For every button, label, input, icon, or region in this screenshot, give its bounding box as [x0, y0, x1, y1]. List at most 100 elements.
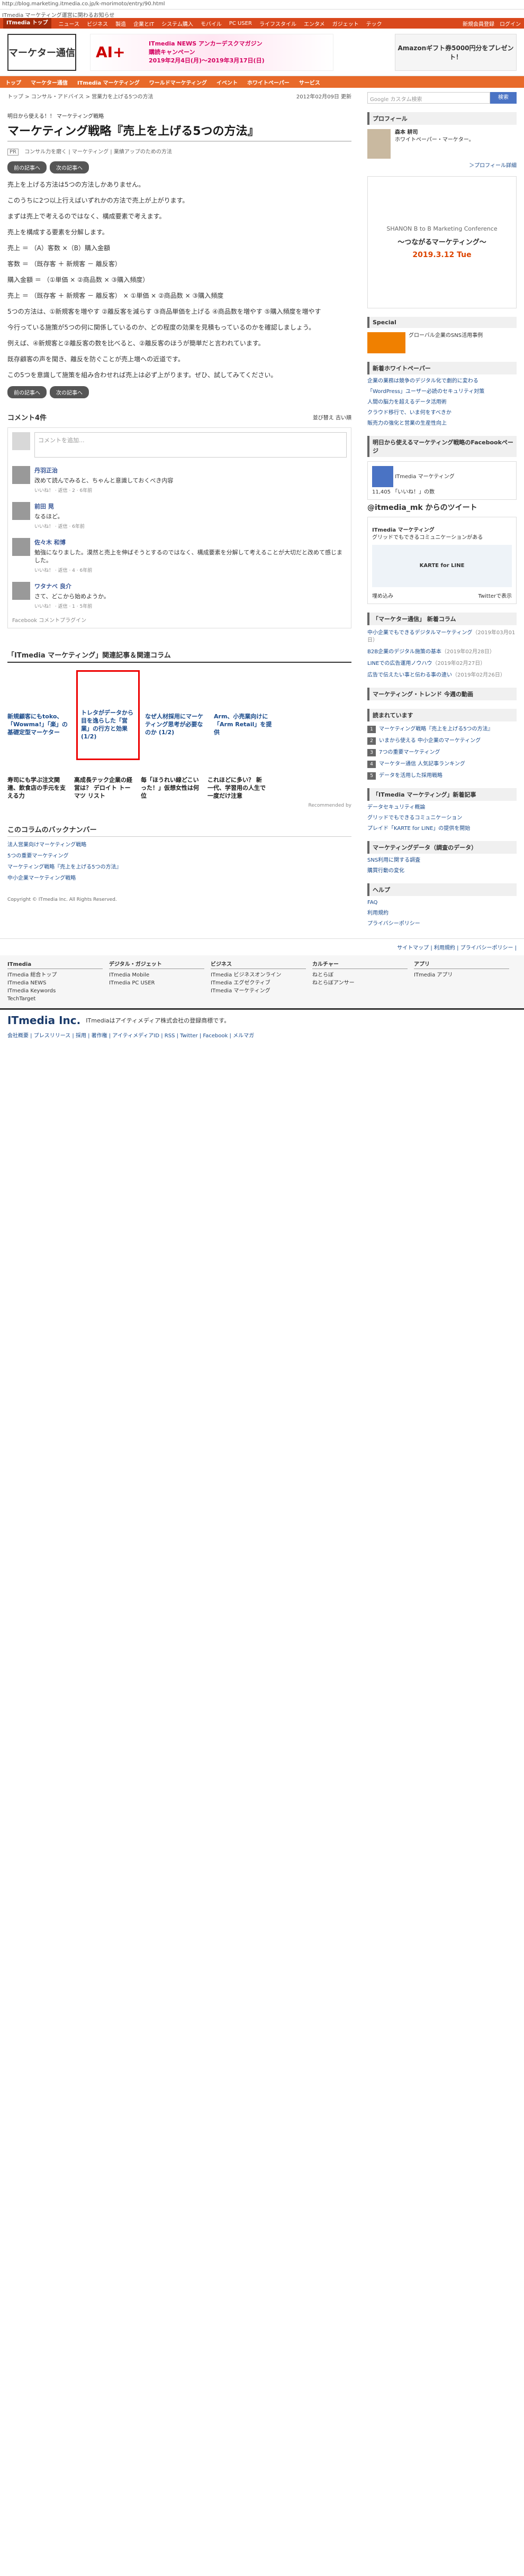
footer-link[interactable]: ITmedia Keywords [7, 987, 103, 995]
whitepaper-item[interactable]: 企業の業務は競争のデジタル化で劇的に変わる [367, 378, 517, 385]
sidebar-ad[interactable]: SHANON B to B Marketing Conference ～つながる… [367, 176, 517, 308]
catnav-item[interactable]: ワールドマーケティング [149, 78, 207, 86]
search-button[interactable]: 検索 [490, 92, 517, 104]
topnav-item[interactable]: モバイル [201, 20, 222, 28]
commenter-name[interactable]: 佐々木 和博 [34, 538, 347, 546]
catnav-item[interactable]: マーケター通信 [31, 78, 68, 86]
commenter-name[interactable]: 前田 晃 [34, 502, 85, 510]
help-item[interactable]: 利用規約 [367, 910, 517, 917]
backnumber-item[interactable]: 中小企業マーケティング戦略 [7, 873, 351, 881]
topnav-item[interactable]: テック [366, 20, 382, 28]
itmedia-logo[interactable]: ITmedia Inc. [7, 1014, 80, 1027]
itm-news-item[interactable]: プレイド「KARTE for LINE」の提供を開始 [367, 825, 517, 833]
ranking-item[interactable]: 1 マーケティング戦略『売上を上げる5つの方法』 [367, 726, 517, 733]
topnav-item[interactable]: ニュース [59, 20, 80, 28]
commenter-name[interactable]: 丹羽正治 [34, 466, 173, 474]
site-logo[interactable]: マーケター通信 [7, 33, 76, 71]
rank-title[interactable]: データを活用した採用戦略 [379, 772, 442, 780]
footer-link[interactable]: TechTarget [7, 995, 103, 1003]
comment-actions[interactable]: いいね！ · 返信 · 1 · 5年前 [34, 602, 110, 609]
whitepaper-item[interactable]: 「WordPress」ユーザー必読のセキュリティ対策 [367, 388, 517, 396]
recommended-card[interactable]: これほどに多い？ 新一代、学習用の人生で一度だけ注意 [207, 776, 267, 800]
special-item[interactable]: グローバル企業のSNS活用事例 [367, 332, 517, 353]
facebook-page-name[interactable]: ITmedia マーケティング [395, 474, 455, 480]
next-article-button[interactable]: 次の記事へ [50, 161, 89, 173]
rank-title[interactable]: マーケティング戦略『売上を上げる5つの方法』 [379, 726, 493, 733]
article-tags[interactable]: コンサル力を磨く | マーケティング | 業績アップのための方法 [24, 149, 172, 155]
data-item[interactable]: 購買行動の変化 [367, 867, 517, 875]
recommended-by[interactable]: Recommended by [7, 803, 351, 808]
next-article-button[interactable]: 次の記事へ [50, 386, 89, 398]
help-item[interactable]: FAQ [367, 899, 517, 907]
comment-actions[interactable]: いいね！ · 返信 · 4 · 6年前 [34, 567, 347, 573]
sort-value[interactable]: 古い順 [336, 415, 351, 421]
recommended-card[interactable]: 高成長テック企業の経営は？ デロイト トーマツ リスト [74, 776, 133, 800]
catnav-item[interactable]: トップ [5, 78, 21, 86]
catnav-item[interactable]: イベント [216, 78, 238, 86]
backnumber-item[interactable]: 5つの重要マーケティング [7, 851, 351, 859]
commenter-name[interactable]: ワタナベ 良介 [34, 582, 110, 590]
footer-link[interactable]: ITmedia NEWS [7, 979, 103, 987]
data-item[interactable]: SNS利用に関する調査 [367, 857, 517, 864]
avatar[interactable] [12, 538, 30, 556]
related-card[interactable]: 新規顧客にもtoko、「Wowma!」「楽」の基礎定型マーケター [7, 670, 71, 760]
avatar[interactable] [12, 502, 30, 520]
related-card[interactable]: なぜ人材採用にマーケティング思考が必要なのか (1/2) [145, 670, 209, 760]
footer-link[interactable]: ITmedia Mobile [109, 971, 204, 979]
ranking-item[interactable]: 3 7つの重要マーケティング [367, 749, 517, 756]
prev-article-button[interactable]: 前の記事へ [7, 386, 47, 398]
footer-link[interactable]: ITmedia PC USER [109, 979, 204, 987]
marker-title[interactable]: B2B企業のデジタル施策の基本 [367, 649, 441, 655]
footer-link[interactable]: ねとらぼアンサー [312, 979, 408, 987]
rank-title[interactable]: マーケター通信 人気記事ランキング [379, 761, 465, 768]
itm-news-item[interactable]: グリッドでもできるコミュニケーション [367, 815, 517, 822]
ranking-item[interactable]: 4 マーケター通信 人気記事ランキング [367, 761, 517, 768]
marker-item[interactable]: B2B企業のデジタル施策の基本（2019年02月28日） [367, 648, 517, 656]
ranking-item[interactable]: 2 いまから使える 中小企業のマーケティング [367, 737, 517, 745]
whitepaper-item[interactable]: 人間の脳力を超えるデータ活用術 [367, 399, 517, 406]
topnav-item[interactable]: PC USER [229, 21, 252, 26]
twitter-view-link[interactable]: Twitterで表示 [478, 591, 512, 599]
comment-input[interactable]: コメントを追加... [34, 432, 347, 458]
related-card-highlighted[interactable]: トレタがデータから目を逸らした「営業」の行方と効果 (1/2) [76, 670, 140, 760]
breadcrumb[interactable]: トップ > コンサル・アドバイス > 営業力を上げる5つの方法 [7, 92, 153, 100]
header-banner[interactable]: AI+ ITmedia NEWS アンカーデスクマガジン 購読キャンペーン 20… [90, 33, 333, 71]
comment-actions[interactable]: いいね！ · 返信 · 6年前 [34, 523, 85, 529]
twitter-embed-link[interactable]: 埋め込み [372, 591, 393, 599]
footer-nav[interactable]: サイトマップ | 利用規約 | プライバシーポリシー | [0, 938, 524, 955]
avatar[interactable] [12, 466, 30, 484]
help-item[interactable]: プライバシーポリシー [367, 920, 517, 928]
bottom-links[interactable]: 会社概要 | プレスリリース | 採用 | 著作権 | アイティメディアID |… [0, 1031, 524, 1039]
facebook-plugin-label[interactable]: Facebook コメントプラグイン [12, 616, 347, 624]
facebook-widget[interactable]: ITmedia マーケティング 11,405 「いいね！」の数 [367, 461, 517, 500]
topnav-item[interactable]: エンタメ [304, 20, 325, 28]
rank-title[interactable]: いまから使える 中小企業のマーケティング [379, 737, 481, 745]
prev-article-button[interactable]: 前の記事へ [7, 161, 47, 173]
marker-item[interactable]: 広告で伝えたい事と伝わる事の違い（2019年02月26日） [367, 672, 517, 679]
catnav-item[interactable]: ITmedia マーケティング [77, 78, 140, 86]
recommended-card[interactable]: 寿司にも学ぶ注文関連、飲食店の手元を支える力 [7, 776, 67, 800]
topnav-item[interactable]: 企業とIT [133, 20, 154, 28]
footer-link[interactable]: ITmedia マーケティング [211, 987, 306, 995]
tweet-author[interactable]: ITmedia マーケティング [372, 527, 512, 534]
topnav-item[interactable]: システム購入 [161, 20, 193, 28]
register-link[interactable]: 新規会員登録 [463, 20, 494, 28]
marker-title[interactable]: 広告で伝えたい事と伝わる事の違い [367, 672, 452, 678]
recommended-card[interactable]: 毎「ほうれい線どこいった！」仮想女性は何位 [141, 776, 200, 800]
tweet-card[interactable]: KARTE for LINE [372, 545, 512, 587]
comment-sort[interactable]: 並び替え 古い順 [313, 413, 351, 421]
comment-actions[interactable]: いいね！ · 返信 · 2 · 6年前 [34, 487, 173, 494]
footer-link[interactable]: ITmedia アプリ [414, 971, 509, 979]
backnumber-item[interactable]: マーケティング戦略『売上を上げる5つの方法』 [7, 862, 351, 870]
catnav-item[interactable]: ホワイトペーパー [247, 78, 290, 86]
amazon-banner[interactable]: Amazonギフト券5000円分をプレゼント！ [395, 33, 517, 71]
marker-item[interactable]: LINEでの広告運用ノウハウ（2019年02月27日） [367, 660, 517, 668]
footer-link[interactable]: ITmedia 総合トップ [7, 971, 103, 979]
whitepaper-item[interactable]: 販売力の強化と営業の生産性向上 [367, 420, 517, 427]
avatar[interactable] [12, 582, 30, 600]
topnav-item[interactable]: ライフスタイル [259, 20, 296, 28]
topnav-item[interactable]: ガジェット [332, 20, 359, 28]
itm-news-item[interactable]: データセキュリティ概論 [367, 804, 517, 811]
url-bar[interactable]: http://blog.marketing.itmedia.co.jp/k-mo… [0, 0, 524, 10]
topnav-item[interactable]: ビジネス [87, 20, 108, 28]
